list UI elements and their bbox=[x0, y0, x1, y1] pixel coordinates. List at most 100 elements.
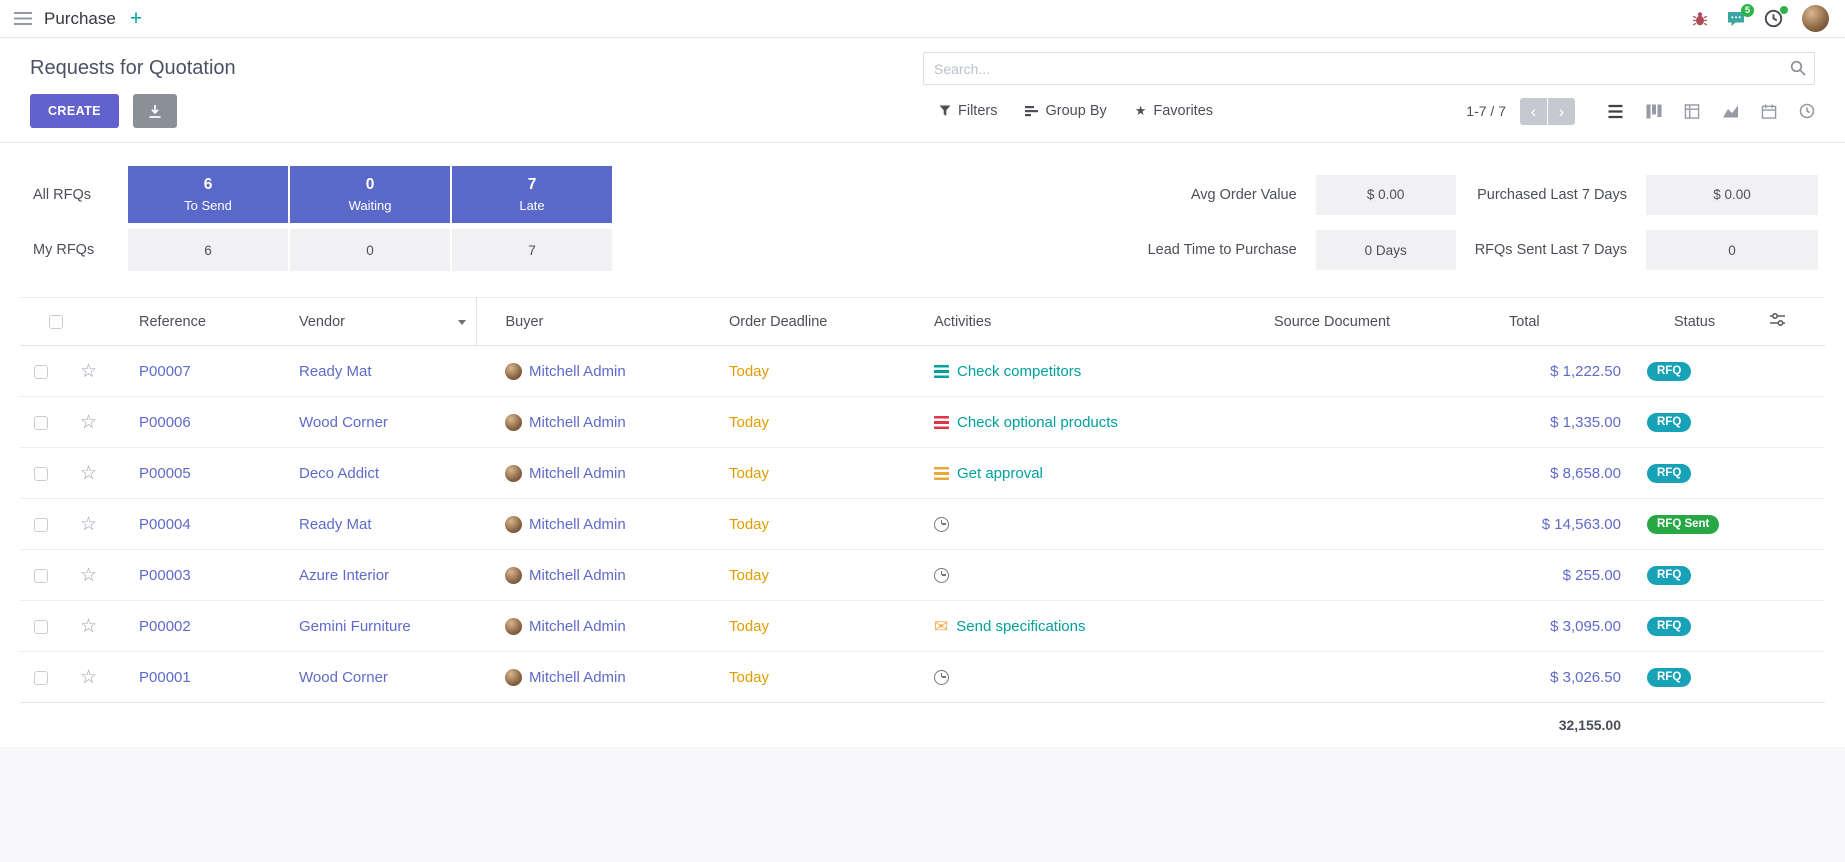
activity-cell[interactable]: ✉ Send specifications bbox=[934, 618, 1244, 635]
debug-bug-icon[interactable] bbox=[1692, 11, 1708, 27]
activity-label[interactable]: Send specifications bbox=[956, 618, 1085, 635]
activity-label[interactable]: Check optional products bbox=[957, 414, 1118, 431]
column-header-buyer[interactable]: Buyer bbox=[476, 298, 700, 346]
kanban-view-icon[interactable] bbox=[1646, 104, 1662, 119]
favorite-star-icon[interactable]: ☆ bbox=[80, 616, 97, 637]
activity-icon[interactable] bbox=[934, 365, 949, 378]
pager-previous-button[interactable]: ‹ bbox=[1520, 98, 1547, 125]
buyer-link[interactable]: Mitchell Admin bbox=[529, 516, 626, 533]
activity-icon[interactable] bbox=[934, 467, 949, 480]
table-row[interactable]: ☆ P00007 Ready Mat Mitchell Admin Today … bbox=[20, 346, 1825, 397]
buyer-link[interactable]: Mitchell Admin bbox=[529, 465, 626, 482]
favorite-star-icon[interactable]: ☆ bbox=[80, 412, 97, 433]
vendor-link[interactable]: Wood Corner bbox=[299, 414, 388, 431]
activity-view-icon[interactable] bbox=[1799, 103, 1815, 119]
reference-link[interactable]: P00007 bbox=[139, 363, 191, 380]
stat-label: Avg Order Value bbox=[1191, 187, 1297, 203]
my-waiting-tile[interactable]: 0 bbox=[290, 229, 450, 271]
pivot-view-icon[interactable] bbox=[1684, 104, 1700, 119]
search-input[interactable] bbox=[923, 52, 1815, 85]
table-row[interactable]: ☆ P00002 Gemini Furniture Mitchell Admin… bbox=[20, 601, 1825, 652]
activity-icon[interactable] bbox=[934, 670, 949, 685]
group-by-button[interactable]: Group By bbox=[1025, 103, 1106, 119]
buyer-link[interactable]: Mitchell Admin bbox=[529, 618, 626, 635]
vendor-link[interactable]: Ready Mat bbox=[299, 516, 372, 533]
apps-menu-icon[interactable] bbox=[14, 12, 32, 25]
reference-link[interactable]: P00003 bbox=[139, 567, 191, 584]
vendor-link[interactable]: Azure Interior bbox=[299, 567, 389, 584]
tile-to-send[interactable]: 6 To Send bbox=[128, 166, 288, 223]
row-checkbox[interactable] bbox=[34, 416, 48, 430]
activity-cell[interactable]: Get approval bbox=[934, 465, 1244, 482]
column-header-total[interactable]: Total bbox=[1480, 298, 1645, 346]
row-checkbox[interactable] bbox=[34, 620, 48, 634]
row-checkbox[interactable] bbox=[34, 569, 48, 583]
search-icon[interactable] bbox=[1790, 60, 1806, 76]
pager-next-button[interactable]: › bbox=[1548, 98, 1575, 125]
buyer-link[interactable]: Mitchell Admin bbox=[529, 414, 626, 431]
reference-link[interactable]: P00006 bbox=[139, 414, 191, 431]
optional-columns-icon[interactable] bbox=[1769, 312, 1786, 327]
reference-link[interactable]: P00001 bbox=[139, 669, 191, 686]
tile-late[interactable]: 7 Late bbox=[452, 166, 612, 223]
activity-icon[interactable]: ✉ bbox=[934, 618, 948, 635]
column-header-status[interactable]: Status bbox=[1645, 298, 1740, 346]
favorite-star-icon[interactable]: ☆ bbox=[80, 463, 97, 484]
activity-cell[interactable]: Check optional products bbox=[934, 414, 1244, 431]
activity-icon[interactable] bbox=[934, 568, 949, 583]
new-plus-icon[interactable]: + bbox=[130, 8, 142, 29]
activity-cell[interactable] bbox=[934, 670, 1244, 685]
reference-link[interactable]: P00005 bbox=[139, 465, 191, 482]
column-header-source-document[interactable]: Source Document bbox=[1245, 298, 1480, 346]
column-header-order-deadline[interactable]: Order Deadline bbox=[700, 298, 905, 346]
activities-clock-icon[interactable] bbox=[1764, 9, 1783, 28]
vendor-link[interactable]: Ready Mat bbox=[299, 363, 372, 380]
activity-cell[interactable] bbox=[934, 517, 1244, 532]
favorite-star-icon[interactable]: ☆ bbox=[80, 667, 97, 688]
graph-view-icon[interactable] bbox=[1722, 104, 1739, 119]
select-all-checkbox[interactable] bbox=[49, 315, 63, 329]
vendor-link[interactable]: Gemini Furniture bbox=[299, 618, 411, 635]
my-late-tile[interactable]: 7 bbox=[452, 229, 612, 271]
reference-link[interactable]: P00002 bbox=[139, 618, 191, 635]
table-row[interactable]: ☆ P00006 Wood Corner Mitchell Admin Toda… bbox=[20, 397, 1825, 448]
app-name[interactable]: Purchase bbox=[44, 9, 116, 29]
activity-cell[interactable] bbox=[934, 568, 1244, 583]
column-header-reference[interactable]: Reference bbox=[110, 298, 270, 346]
table-row[interactable]: ☆ P00003 Azure Interior Mitchell Admin T… bbox=[20, 550, 1825, 601]
column-header-vendor[interactable]: Vendor bbox=[270, 298, 476, 346]
row-checkbox[interactable] bbox=[34, 467, 48, 481]
reference-link[interactable]: P00004 bbox=[139, 516, 191, 533]
vendor-link[interactable]: Deco Addict bbox=[299, 465, 379, 482]
export-button[interactable] bbox=[133, 94, 177, 128]
table-row[interactable]: ☆ P00005 Deco Addict Mitchell Admin Toda… bbox=[20, 448, 1825, 499]
buyer-link[interactable]: Mitchell Admin bbox=[529, 669, 626, 686]
activity-label[interactable]: Check competitors bbox=[957, 363, 1081, 380]
favorite-star-icon[interactable]: ☆ bbox=[80, 361, 97, 382]
calendar-view-icon[interactable] bbox=[1761, 104, 1777, 119]
tile-waiting[interactable]: 0 Waiting bbox=[290, 166, 450, 223]
buyer-link[interactable]: Mitchell Admin bbox=[529, 567, 626, 584]
favorites-button[interactable]: ★ Favorites bbox=[1135, 103, 1213, 119]
row-checkbox[interactable] bbox=[34, 671, 48, 685]
vendor-link[interactable]: Wood Corner bbox=[299, 669, 388, 686]
table-row[interactable]: ☆ P00004 Ready Mat Mitchell Admin Today … bbox=[20, 499, 1825, 550]
favorite-star-icon[interactable]: ☆ bbox=[80, 514, 97, 535]
user-avatar[interactable] bbox=[1802, 5, 1829, 32]
buyer-avatar bbox=[505, 516, 522, 533]
row-checkbox[interactable] bbox=[34, 365, 48, 379]
column-header-activities[interactable]: Activities bbox=[905, 298, 1245, 346]
favorite-star-icon[interactable]: ☆ bbox=[80, 565, 97, 586]
list-view-icon[interactable] bbox=[1607, 104, 1624, 119]
activity-label[interactable]: Get approval bbox=[957, 465, 1043, 482]
filters-button[interactable]: Filters bbox=[939, 103, 997, 119]
activity-icon[interactable] bbox=[934, 517, 949, 532]
messages-icon[interactable]: 5 bbox=[1727, 11, 1745, 27]
activity-cell[interactable]: Check competitors bbox=[934, 363, 1244, 380]
create-button[interactable]: CREATE bbox=[30, 94, 119, 128]
activity-icon[interactable] bbox=[934, 416, 949, 429]
table-row[interactable]: ☆ P00001 Wood Corner Mitchell Admin Toda… bbox=[20, 652, 1825, 703]
buyer-link[interactable]: Mitchell Admin bbox=[529, 363, 626, 380]
row-checkbox[interactable] bbox=[34, 518, 48, 532]
my-to-send-tile[interactable]: 6 bbox=[128, 229, 288, 271]
